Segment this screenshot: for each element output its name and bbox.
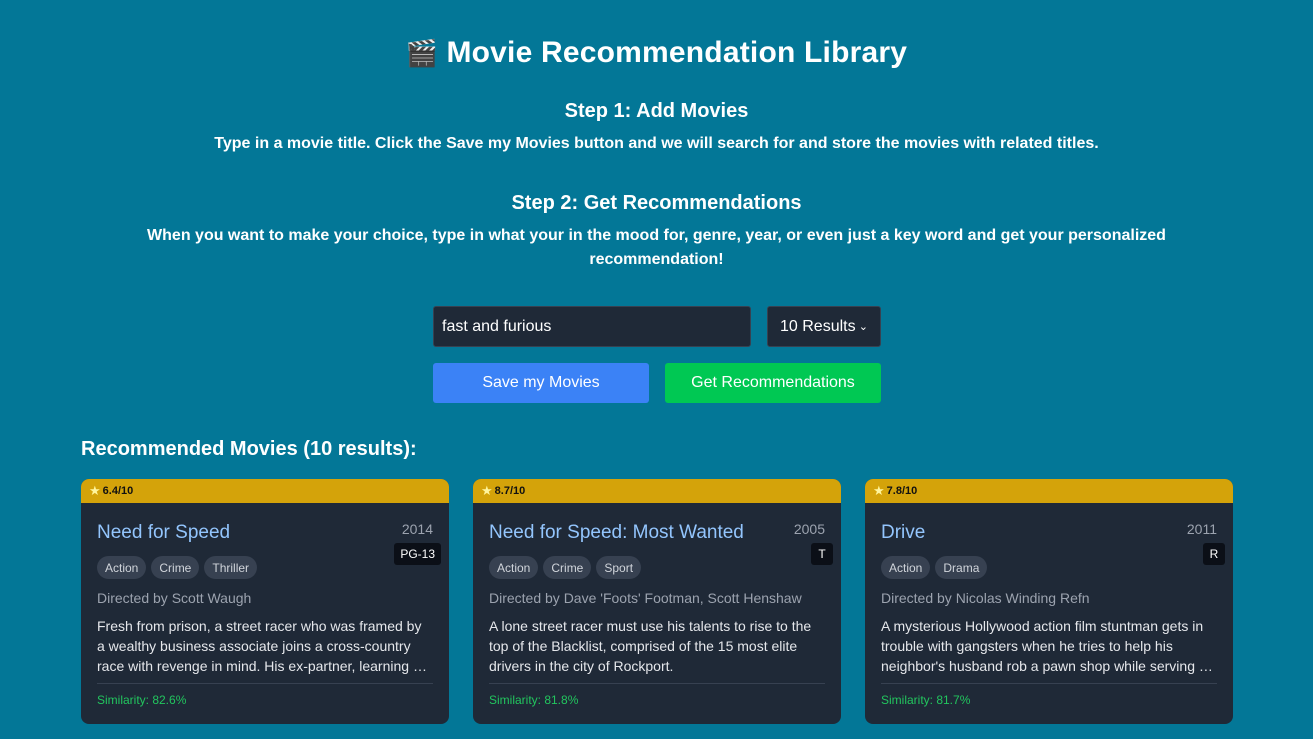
movie-title[interactable]: Drive	[881, 522, 925, 544]
step-2-text: When you want to make your choice, type …	[147, 227, 1166, 268]
rating-bar: ★ 7.8/10	[865, 479, 1233, 503]
clapperboard-icon: 🎬	[405, 39, 439, 69]
rating-value: 8.7/10	[494, 485, 526, 497]
movie-title[interactable]: Need for Speed	[97, 522, 230, 544]
results-count-value: 10 Results	[780, 317, 856, 335]
star-icon: ★	[481, 483, 493, 499]
rating-value: 6.4/10	[102, 485, 134, 497]
star-icon: ★	[89, 483, 101, 499]
movie-year: 2014	[401, 521, 433, 537]
rating-bar: ★ 6.4/10	[81, 479, 449, 503]
search-input[interactable]	[433, 306, 751, 347]
movie-overview: A lone street racer must use his talents…	[489, 618, 812, 674]
certification-badge: PG-13	[394, 543, 441, 565]
similarity-score: Similarity: 82.6%	[97, 693, 187, 707]
genre-tag: Action	[881, 556, 931, 579]
genre-tag: Crime	[151, 556, 200, 579]
step-1-text: Type in a movie title. Click the Save my…	[214, 135, 1099, 152]
genre-tag: Thriller	[204, 556, 258, 579]
app-page: 🎬 Movie Recommendation Library Step 1: Ad…	[0, 0, 1313, 739]
movie-card[interactable]: ★ 7.8/10 Drive 2011 R Action Drama Direc…	[865, 479, 1233, 724]
rating-bar: ★ 8.7/10	[473, 479, 841, 503]
divider	[97, 683, 433, 684]
movie-overview: Fresh from prison, a street racer who wa…	[97, 618, 425, 674]
save-movies-button[interactable]: Save my Movies	[433, 363, 649, 403]
director-text: Directed by Nicolas Winding Refn	[881, 590, 1090, 606]
star-icon: ★	[873, 483, 885, 499]
results-count-select[interactable]: 10 Results ⌄	[767, 306, 881, 347]
genre-tags: Action Crime Sport	[489, 556, 642, 579]
genre-tag: Drama	[935, 556, 988, 579]
genre-tags: Action Crime Thriller	[97, 556, 258, 579]
step-1-heading: Step 1: Add Movies	[564, 100, 749, 122]
rating-value: 7.8/10	[886, 485, 918, 497]
divider	[881, 683, 1217, 684]
get-recommendations-button[interactable]: Get Recommendations	[665, 363, 881, 403]
similarity-score: Similarity: 81.7%	[881, 693, 971, 707]
similarity-score: Similarity: 81.8%	[489, 693, 579, 707]
genre-tag: Action	[489, 556, 539, 579]
page-title: 🎬 Movie Recommendation Library	[0, 36, 1313, 70]
movie-year: 2005	[793, 521, 825, 537]
certification-badge: T	[811, 543, 833, 565]
director-text: Directed by Scott Waugh	[97, 590, 252, 606]
movie-card[interactable]: ★ 6.4/10 Need for Speed 2014 PG-13 Actio…	[81, 479, 449, 724]
results-heading: Recommended Movies (10 results):	[81, 438, 417, 460]
genre-tag: Crime	[543, 556, 592, 579]
chevron-down-icon: ⌄	[858, 320, 868, 333]
divider	[489, 683, 825, 684]
movie-title[interactable]: Need for Speed: Most Wanted	[489, 522, 744, 544]
movie-overview: A mysterious Hollywood action film stunt…	[881, 618, 1217, 674]
certification-badge: R	[1203, 543, 1225, 565]
director-text: Directed by Dave 'Foots' Footman, Scott …	[489, 590, 802, 606]
page-title-text: Movie Recommendation Library	[446, 36, 908, 69]
genre-tag: Sport	[596, 556, 642, 579]
movie-year: 2011	[1186, 521, 1217, 537]
step-2-heading: Step 2: Get Recommendations	[511, 192, 802, 214]
genre-tags: Action Drama	[881, 556, 988, 579]
genre-tag: Action	[97, 556, 147, 579]
movie-card[interactable]: ★ 8.7/10 Need for Speed: Most Wanted 200…	[473, 479, 841, 724]
